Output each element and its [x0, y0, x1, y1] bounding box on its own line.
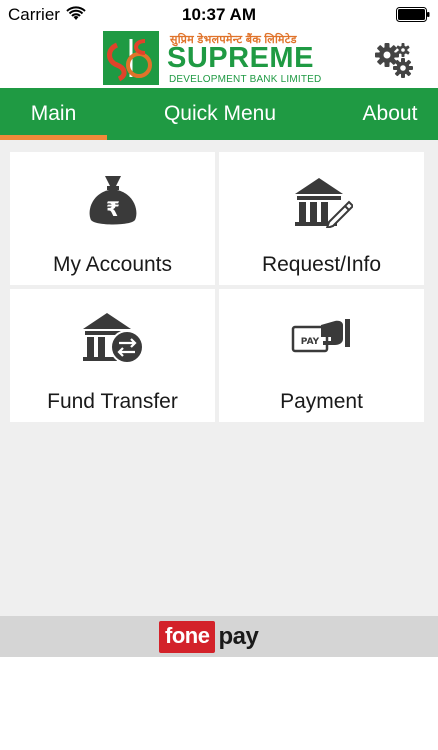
fonepay-pay-text: pay: [218, 623, 259, 650]
gears-icon[interactable]: [372, 40, 416, 80]
tab-main[interactable]: Main: [0, 88, 107, 140]
payment-button[interactable]: PAY Payment: [219, 289, 424, 422]
bank-edit-icon: [294, 177, 353, 228]
money-bag-icon: ₹: [89, 175, 136, 224]
tab-quick-menu[interactable]: Quick Menu: [140, 88, 300, 140]
bank-transfer-icon: [82, 312, 144, 364]
svg-text:₹: ₹: [106, 197, 120, 221]
my-accounts-button[interactable]: ₹ My Accounts: [10, 152, 215, 285]
fund-transfer-label: Fund Transfer: [47, 390, 178, 413]
svg-text:PAY: PAY: [300, 337, 319, 347]
main-menu-grid: ₹ My Accounts Request/Info Fund Transfer…: [0, 140, 438, 616]
footer-bar: fone pay: [0, 616, 438, 657]
status-bar: Carrier 10:37 AM: [0, 0, 438, 28]
app-header: सुप्रिम डेभलपमेन्ट बैंक लिमिटेड SUPREME …: [0, 28, 438, 88]
tab-about[interactable]: About: [345, 88, 435, 140]
bank-logo-icon: [103, 31, 159, 85]
request-info-button[interactable]: Request/Info: [219, 152, 424, 285]
fund-transfer-button[interactable]: Fund Transfer: [10, 289, 215, 422]
logo-bank-name: SUPREME: [167, 42, 314, 74]
battery-icon: [396, 7, 430, 22]
status-time: 10:37 AM: [181, 5, 256, 24]
fonepay-fone-text: fone: [159, 621, 216, 653]
payment-label: Payment: [280, 390, 363, 413]
tab-bar: Main Quick Menu About: [0, 88, 438, 140]
request-info-label: Request/Info: [261, 253, 382, 276]
logo-bank-subtitle: DEVELOPMENT BANK LIMITED: [169, 74, 322, 85]
my-accounts-label: My Accounts: [52, 253, 173, 276]
pay-card-icon: PAY: [291, 318, 350, 352]
fonepay-logo: fone pay: [159, 619, 259, 655]
